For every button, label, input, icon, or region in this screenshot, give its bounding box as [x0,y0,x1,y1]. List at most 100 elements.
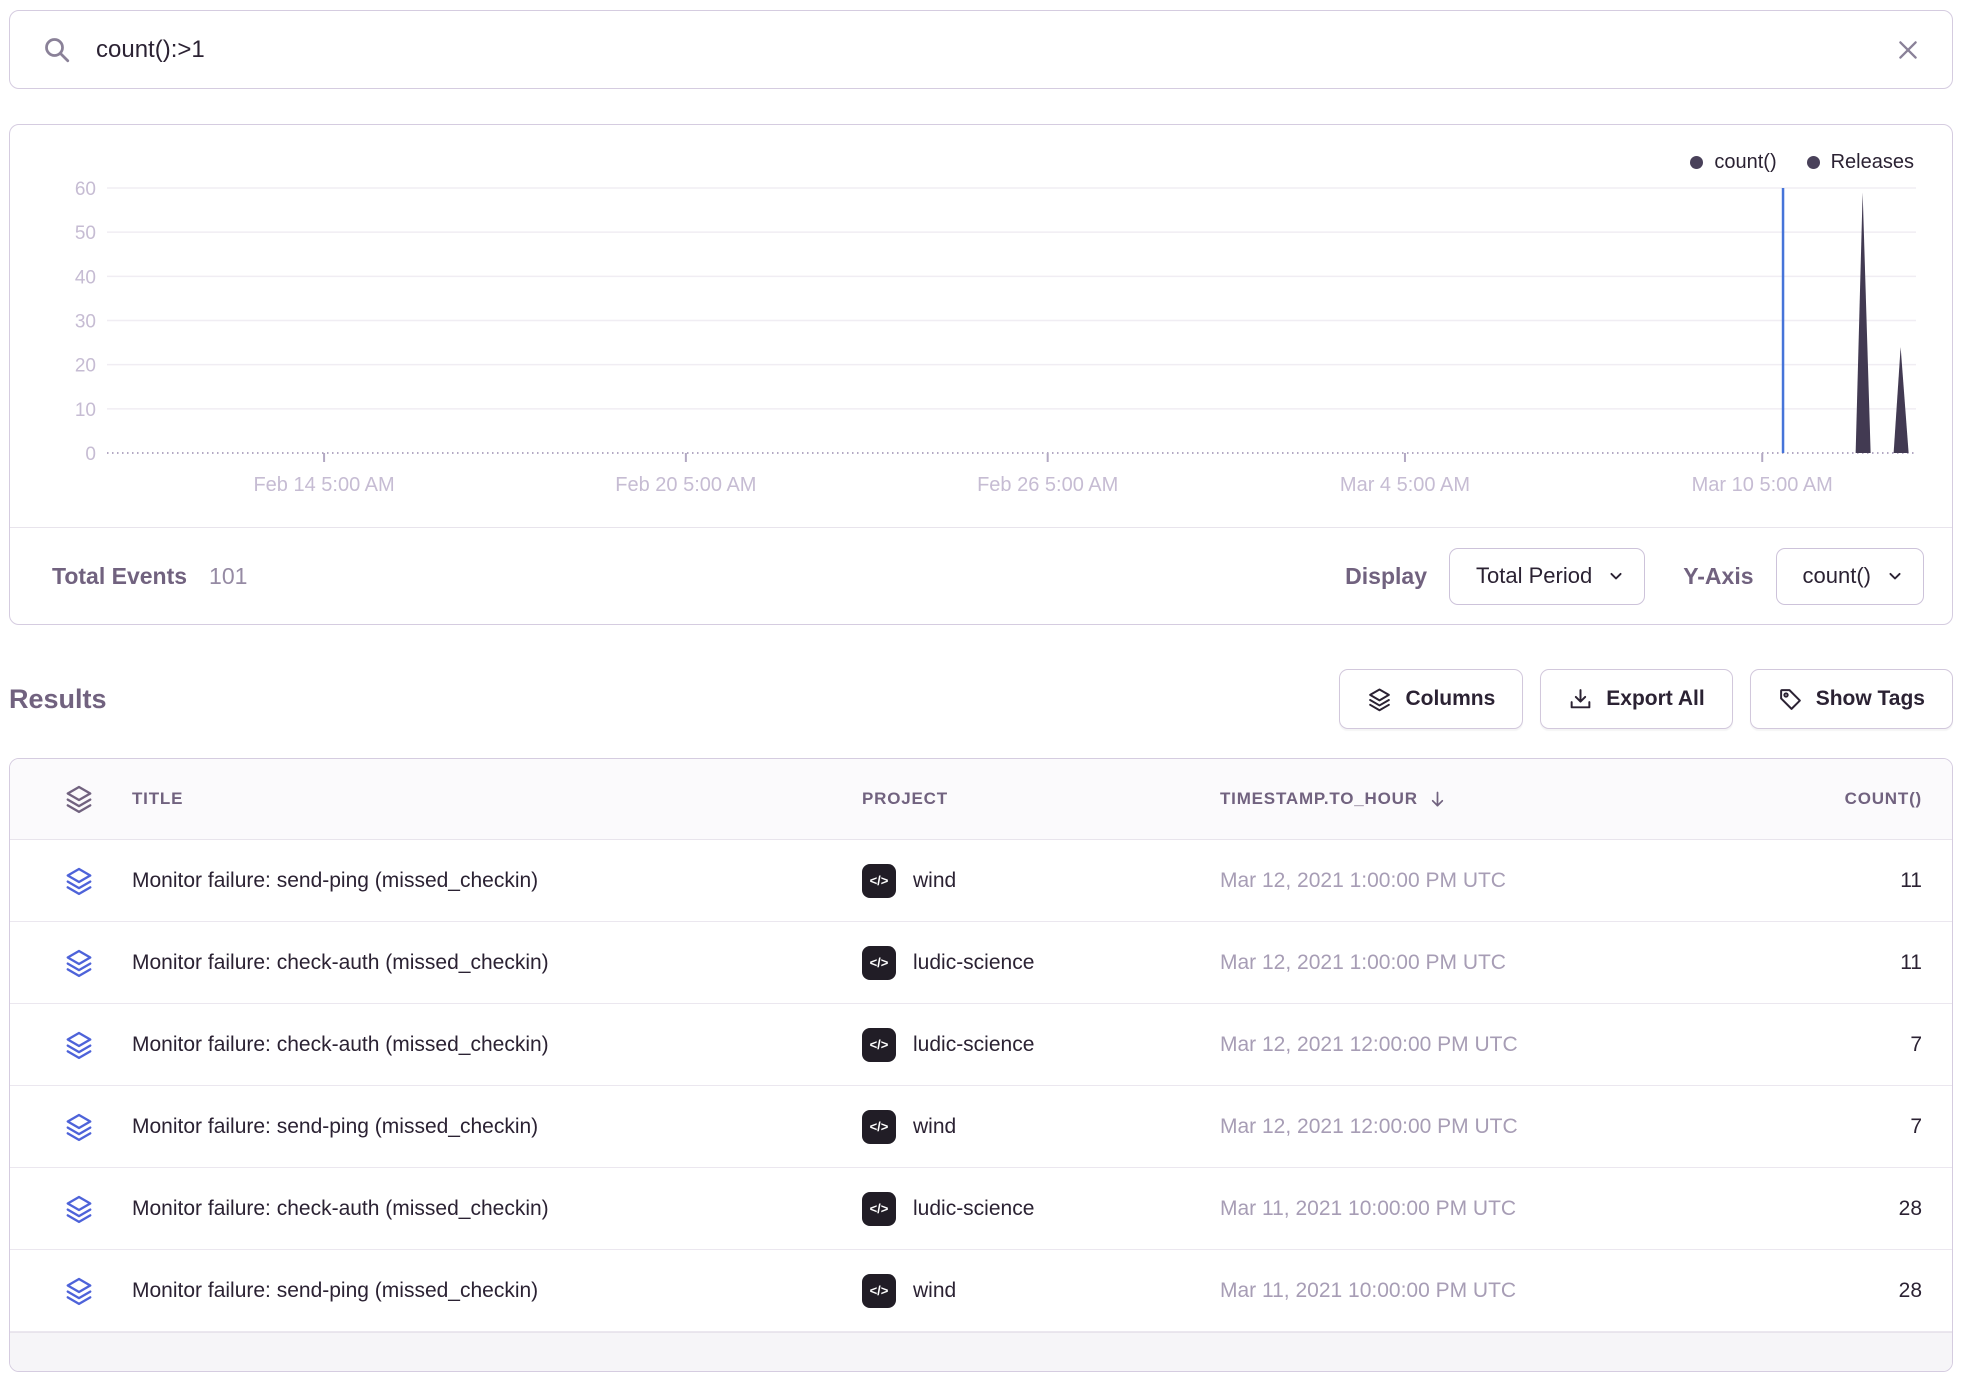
project-platform-icon: </> [862,864,896,898]
event-title[interactable]: Monitor failure: send-ping (missed_check… [132,1115,862,1139]
table-row[interactable]: Monitor failure: check-auth (missed_chec… [10,922,1952,1004]
legend-item-count[interactable]: count() [1690,151,1776,174]
stack-icon[interactable] [64,1276,94,1306]
event-timestamp: Mar 12, 2021 12:00:00 PM UTC [1220,1033,1740,1057]
svg-text:Mar 10 5:00 AM: Mar 10 5:00 AM [1692,474,1833,496]
svg-text:Feb 26 5:00 AM: Feb 26 5:00 AM [977,474,1118,496]
events-chart-panel: 0102030405060Feb 14 5:00 AMFeb 20 5:00 A… [9,124,1953,625]
yaxis-dropdown[interactable]: count() [1776,548,1924,605]
column-header-project[interactable]: PROJECT [862,789,1220,809]
project-platform-icon: </> [862,1028,896,1062]
event-title[interactable]: Monitor failure: check-auth (missed_chec… [132,951,862,975]
download-icon [1568,687,1593,712]
project-cell[interactable]: </> wind [862,1110,1220,1144]
chart-legend: count() Releases [1690,151,1914,174]
event-title[interactable]: Monitor failure: check-auth (missed_chec… [132,1033,862,1057]
chevron-down-icon [1606,566,1626,586]
chevron-down-icon [1885,566,1905,586]
svg-text:0: 0 [85,444,96,465]
columns-button-label: Columns [1405,687,1495,711]
svg-text:40: 40 [75,267,96,288]
legend-item-releases[interactable]: Releases [1807,151,1914,174]
project-name: wind [913,1279,956,1303]
svg-text:Mar 4 5:00 AM: Mar 4 5:00 AM [1340,474,1470,496]
stack-icon[interactable] [64,1030,94,1060]
stack-icon [1367,687,1392,712]
event-count: 7 [1740,1115,1952,1139]
yaxis-dropdown-value: count() [1803,563,1871,589]
results-bar: Results Columns Export All Show Tags [9,666,1953,732]
event-count: 11 [1740,951,1952,975]
legend-dot-releases [1807,156,1820,169]
project-name: wind [913,1115,956,1139]
project-platform-icon: </> [862,1274,896,1308]
svg-text:10: 10 [75,400,96,421]
project-cell[interactable]: </> ludic-science [862,1028,1220,1062]
table-row[interactable]: Monitor failure: send-ping (missed_check… [10,1086,1952,1168]
event-timestamp: Mar 12, 2021 1:00:00 PM UTC [1220,951,1740,975]
event-title[interactable]: Monitor failure: send-ping (missed_check… [132,1279,862,1303]
column-header-timestamp[interactable]: TIMESTAMP.TO_HOUR [1220,789,1740,810]
export-all-button-label: Export All [1606,687,1704,711]
display-dropdown-value: Total Period [1476,563,1592,589]
column-header-title[interactable]: TITLE [132,789,862,809]
stack-icon[interactable] [64,1194,94,1224]
export-all-button[interactable]: Export All [1540,669,1732,729]
svg-text:20: 20 [75,356,96,377]
chart-footer: Total Events 101 Display Total Period Y-… [10,527,1952,624]
clear-search-button[interactable] [1894,36,1922,64]
legend-label-releases: Releases [1831,151,1914,174]
search-bar [9,10,1953,89]
stack-icon[interactable] [64,866,94,896]
event-timestamp: Mar 11, 2021 10:00:00 PM UTC [1220,1279,1740,1303]
column-header-count[interactable]: COUNT() [1740,789,1952,809]
project-name: wind [913,869,956,893]
event-count: 28 [1740,1279,1952,1303]
total-events-value: 101 [209,563,247,590]
svg-text:Feb 14 5:00 AM: Feb 14 5:00 AM [253,474,394,496]
search-icon [42,35,72,65]
total-events-label: Total Events [52,563,187,590]
display-label: Display [1345,563,1427,590]
table-row[interactable]: Monitor failure: send-ping (missed_check… [10,840,1952,922]
event-title[interactable]: Monitor failure: send-ping (missed_check… [132,869,862,893]
show-tags-button[interactable]: Show Tags [1750,669,1953,729]
table-row[interactable]: Monitor failure: check-auth (missed_chec… [10,1168,1952,1250]
columns-button[interactable]: Columns [1339,669,1523,729]
svg-text:30: 30 [75,312,96,333]
search-input[interactable] [96,36,1870,64]
results-title: Results [9,684,107,715]
table-header-row: TITLE PROJECT TIMESTAMP.TO_HOUR COUNT() [10,759,1952,840]
project-name: ludic-science [913,1197,1034,1221]
table-row[interactable]: Monitor failure: check-auth (missed_chec… [10,1004,1952,1086]
results-table: TITLE PROJECT TIMESTAMP.TO_HOUR COUNT() … [9,758,1953,1372]
stack-icon[interactable] [64,948,94,978]
events-over-time-chart[interactable]: 0102030405060Feb 14 5:00 AMFeb 20 5:00 A… [10,125,1951,528]
project-platform-icon: </> [862,1110,896,1144]
svg-text:Feb 20 5:00 AM: Feb 20 5:00 AM [615,474,756,496]
show-tags-button-label: Show Tags [1816,687,1925,711]
close-icon [1894,36,1922,64]
event-count: 11 [1740,869,1952,893]
event-count: 7 [1740,1033,1952,1057]
stack-icon[interactable] [64,1112,94,1142]
event-title[interactable]: Monitor failure: check-auth (missed_chec… [132,1197,862,1221]
table-row[interactable]: Monitor failure: send-ping (missed_check… [10,1250,1952,1332]
event-timestamp: Mar 12, 2021 1:00:00 PM UTC [1220,869,1740,893]
project-cell[interactable]: </> wind [862,1274,1220,1308]
tag-icon [1778,687,1803,712]
project-platform-icon: </> [862,1192,896,1226]
project-name: ludic-science [913,1033,1034,1057]
stack-icon[interactable] [64,784,94,814]
sort-desc-icon [1427,789,1448,810]
event-timestamp: Mar 11, 2021 10:00:00 PM UTC [1220,1197,1740,1221]
display-dropdown[interactable]: Total Period [1449,548,1645,605]
project-platform-icon: </> [862,946,896,980]
project-cell[interactable]: </> ludic-science [862,946,1220,980]
project-name: ludic-science [913,951,1034,975]
project-cell[interactable]: </> wind [862,864,1220,898]
legend-label-count: count() [1714,151,1776,174]
svg-text:60: 60 [75,179,96,200]
yaxis-label: Y-Axis [1683,563,1753,590]
project-cell[interactable]: </> ludic-science [862,1192,1220,1226]
